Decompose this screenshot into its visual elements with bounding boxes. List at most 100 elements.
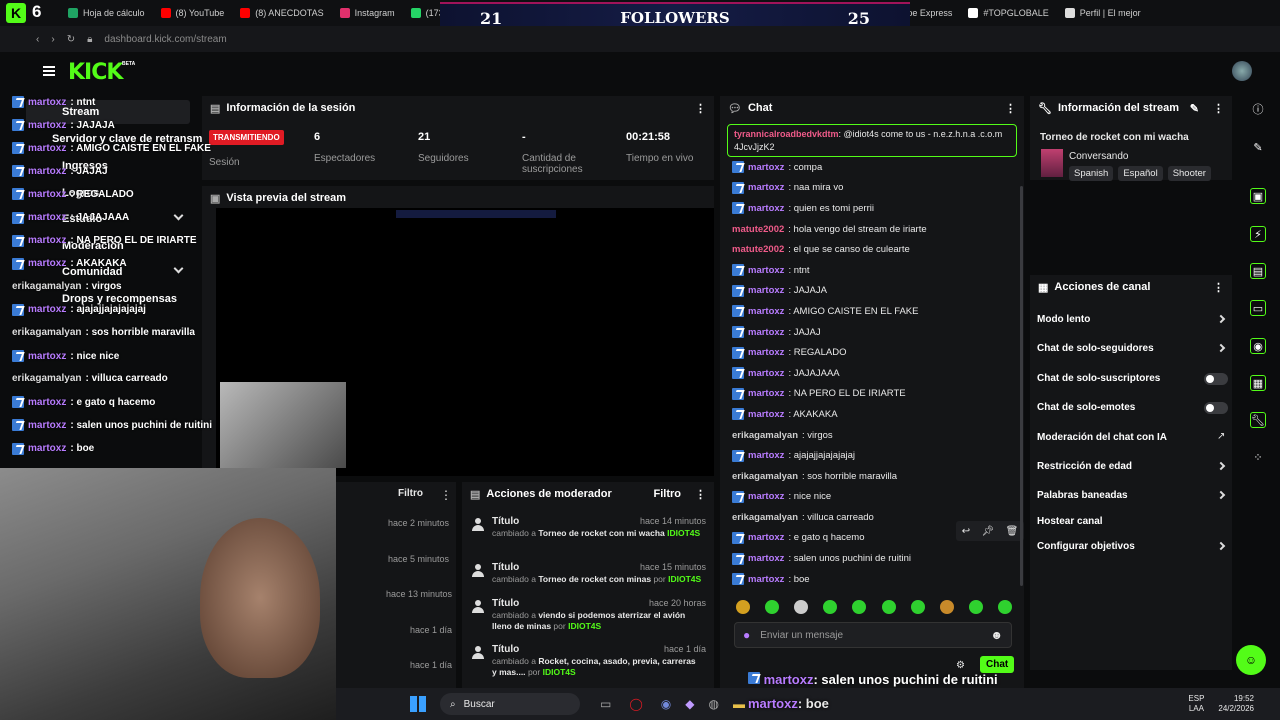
emote-icon[interactable] [881, 600, 896, 614]
kick-logo[interactable]: KICK [68, 60, 123, 85]
broadcast-icon[interactable]: ◉ [1250, 338, 1266, 354]
chat-username[interactable]: martoxz [748, 327, 784, 338]
chat-message[interactable]: martoxz: quien es tomi perrii [732, 198, 1017, 219]
chat-message[interactable]: martoxz: NA PERO EL DE IRIARTE [732, 384, 1017, 405]
chat-username[interactable]: matute2002 [732, 244, 784, 255]
subscribers-only-toggle[interactable] [1204, 373, 1228, 385]
layout-icon[interactable]: ▦ [1250, 375, 1266, 391]
chat-send-button[interactable]: Chat [980, 656, 1015, 673]
browser-tab[interactable]: (8) YouTube [153, 0, 233, 26]
more-icon[interactable]: ⋮ [1213, 281, 1224, 294]
chat-username[interactable]: erikagamalyan [732, 430, 798, 441]
setting-goals[interactable]: Configurar objetivos [1037, 541, 1135, 552]
back-icon[interactable]: ‹ [36, 34, 39, 45]
setting-banned-words[interactable]: Palabras baneadas [1037, 490, 1128, 501]
opera-icon[interactable]: ◯ [629, 697, 642, 711]
chat-username[interactable]: martoxz [748, 388, 784, 399]
chat-message[interactable]: martoxz: compa [732, 157, 1017, 178]
chat-username[interactable]: martoxz [748, 306, 784, 317]
chat-message[interactable]: martoxz: salen unos puchini de ruitini [732, 548, 1017, 569]
chat-username[interactable]: martoxz [748, 553, 784, 564]
tag[interactable]: Shooter [1167, 166, 1211, 181]
browser-tab[interactable]: Instagram [332, 0, 403, 26]
menu-icon[interactable] [43, 66, 55, 76]
emoji-icon[interactable]: ☻ [990, 628, 1003, 642]
url-field[interactable]: dashboard.kick.com/stream [104, 34, 226, 45]
setting-emotes-only[interactable]: Chat de solo-emotes [1037, 402, 1135, 413]
chat-username[interactable]: martoxz [748, 347, 784, 358]
kick-tab-icon[interactable]: K [6, 3, 26, 23]
reply-icon[interactable]: ↩ [962, 526, 970, 537]
external-link-icon[interactable]: ↗ [1217, 431, 1225, 442]
taskbar-search[interactable]: ⌕ Buscar [440, 693, 580, 715]
pinned-message[interactable]: tyrannicalroadbedvkdtm: @idiot4s come to… [727, 124, 1017, 157]
chat-username[interactable]: martoxz [748, 532, 784, 543]
discord-icon[interactable]: ◉ [661, 697, 671, 711]
emote-icon[interactable] [794, 600, 809, 614]
chat-message[interactable]: martoxz: naa mira vo [732, 178, 1017, 199]
browser-tab[interactable]: #TOPGLOBALE [960, 0, 1056, 26]
chat-message[interactable]: martoxz: JAJAJA [732, 281, 1017, 302]
tag[interactable]: Spanish [1069, 166, 1114, 181]
setting-subscribers-only[interactable]: Chat de solo-suscriptores [1037, 373, 1160, 384]
lightning-icon[interactable]: ⚡︎ [1250, 226, 1266, 242]
setting-age-restriction[interactable]: Restricción de edad [1037, 461, 1132, 472]
steam-icon[interactable]: ◍ [709, 697, 719, 711]
mod-action-user[interactable]: IDIOT4S [668, 574, 701, 584]
pinned-user[interactable]: tyrannicalroadbedvkdtm [734, 129, 839, 139]
mod-actions-filter[interactable]: Filtro [654, 488, 682, 500]
chat-message[interactable]: erikagamalyan: virgos [732, 425, 1017, 446]
browser-tab[interactable]: (8) ANECDOTAS [232, 0, 331, 26]
chat-message[interactable]: martoxz: AKAKAKA [732, 404, 1017, 425]
emote-icon[interactable] [852, 600, 867, 614]
chat-username[interactable]: martoxz [748, 450, 784, 461]
mic-icon[interactable]: ● [743, 628, 750, 642]
chat-message[interactable]: martoxz: ajajajjajajajajaj [732, 445, 1017, 466]
emote-icon[interactable] [823, 600, 838, 614]
chat-username[interactable]: matute2002 [732, 224, 784, 235]
pin-icon[interactable]: 📌︎ [981, 526, 994, 537]
chat-message[interactable]: erikagamalyan: sos horrible maravilla [732, 466, 1017, 487]
tray-clock[interactable]: 19:52 24/2/2026 [1218, 694, 1254, 714]
chat-message[interactable]: matute2002: hola vengo del stream de iri… [732, 219, 1017, 240]
scrollbar[interactable] [1020, 186, 1023, 586]
chat-icon[interactable]: ▭ [1250, 300, 1266, 316]
document-icon[interactable]: ▤ [1250, 263, 1266, 279]
widget-icon[interactable]: ▣ [1250, 188, 1266, 204]
more-icon[interactable]: ⋮ [440, 488, 452, 502]
more-icon[interactable]: ⋮ [1005, 102, 1016, 115]
browser-tab[interactable]: Perfil | El mejor [1057, 0, 1149, 26]
chat-username[interactable]: martoxz [748, 203, 784, 214]
chat-username[interactable]: martoxz [748, 574, 784, 585]
explorer-icon[interactable]: ▬ [733, 697, 745, 711]
emote-icon[interactable] [968, 600, 983, 614]
trash-icon[interactable]: 🗑︎ [1006, 526, 1019, 537]
setting-followers-only[interactable]: Chat de solo-seguidores [1037, 343, 1154, 354]
category-name[interactable]: Conversando [1069, 151, 1128, 162]
chat-username[interactable]: erikagamalyan [732, 471, 798, 482]
settings-icon[interactable]: ⚙ [956, 660, 965, 671]
stream-preview-video[interactable] [216, 208, 714, 476]
chat-username[interactable]: martoxz [748, 265, 784, 276]
wrench-icon[interactable]: 🔧︎ [1250, 412, 1266, 428]
chat-message[interactable]: martoxz: boe [732, 569, 1017, 590]
chat-username[interactable]: martoxz [748, 368, 784, 379]
chat-message[interactable]: martoxz: AMIGO CAISTE EN EL FAKE [732, 301, 1017, 322]
chat-message[interactable]: matute2002: el que se canso de culearte [732, 239, 1017, 260]
more-icon[interactable]: ⋮ [1213, 102, 1224, 115]
chat-username[interactable]: martoxz [748, 182, 784, 193]
chat-username[interactable]: martoxz [748, 491, 784, 502]
activity-filter[interactable]: Filtro [398, 488, 423, 499]
app-icon[interactable]: ▭ [600, 697, 611, 711]
more-icon[interactable]: ⋮ [695, 102, 706, 115]
setting-ai-moderation[interactable]: Moderación del chat con IA [1037, 432, 1167, 443]
chat-message[interactable]: martoxz: ntnt [732, 260, 1017, 281]
mod-action-user[interactable]: IDIOT4S [543, 667, 576, 677]
setting-slow-mode[interactable]: Modo lento [1037, 314, 1090, 325]
more-icon[interactable]: ⋮ [695, 488, 706, 501]
reload-icon[interactable]: ↻ [67, 34, 75, 45]
setting-host-channel[interactable]: Hostear canal [1037, 516, 1103, 527]
windows-start-icon[interactable] [410, 696, 426, 712]
chat-username[interactable]: martoxz [748, 162, 784, 173]
emote-icon[interactable] [910, 600, 925, 614]
